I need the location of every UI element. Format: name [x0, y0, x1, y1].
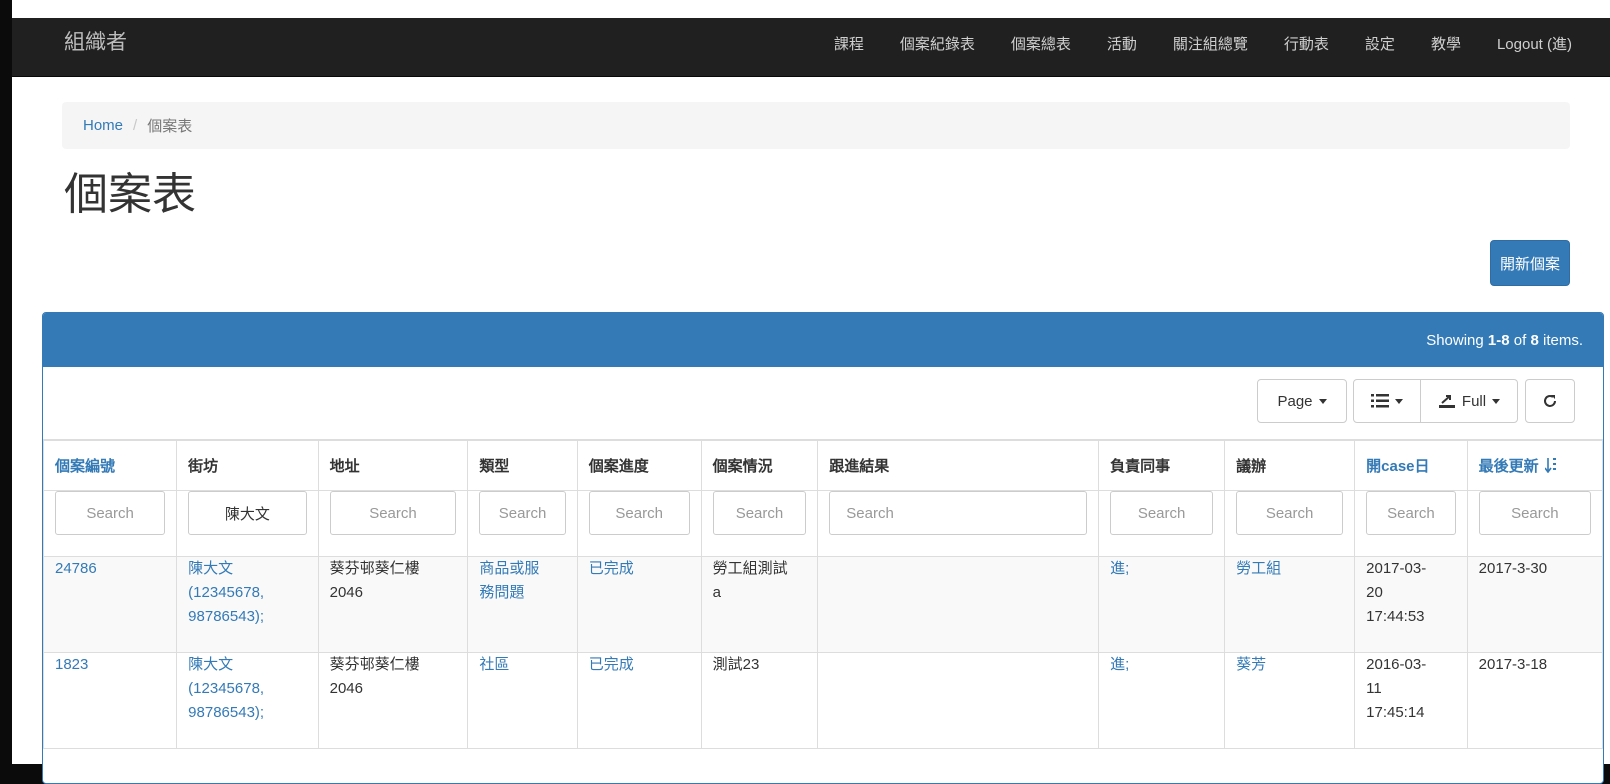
nav-item-logout[interactable]: Logout (進) — [1479, 33, 1590, 54]
column-header-type: 類型 — [467, 440, 578, 491]
brand-logo[interactable]: 組織者 — [64, 18, 127, 68]
list-icon — [1371, 394, 1389, 408]
page-size-dropdown[interactable]: Page — [1257, 379, 1347, 423]
nav-menu: 課程 個案紀錄表 個案總表 活動 關注組總覽 行動表 設定 教學 Logout … — [816, 18, 1590, 68]
column-header-issue: 議辦 — [1224, 440, 1356, 491]
table-toolbar: Page Full — [43, 367, 1603, 440]
nav-item-courses[interactable]: 課程 — [816, 33, 882, 54]
table-row: 1823 陳大文 (12345678, 98786543); 葵芬邨葵仁樓 2046 … — [43, 652, 1603, 749]
breadcrumb: Home / 個案表 — [62, 102, 1570, 149]
breadcrumb-home[interactable]: Home — [83, 117, 123, 134]
refresh-icon — [1544, 395, 1556, 407]
open-date-cell: 2016-03- 11 17:45:14 — [1354, 652, 1468, 749]
nav-item-case-records[interactable]: 個案紀錄表 — [882, 33, 993, 54]
issue-link[interactable]: 葵芳 — [1236, 656, 1266, 673]
filter-input-progress[interactable] — [588, 491, 690, 535]
nav-item-activities[interactable]: 活動 — [1089, 33, 1155, 54]
column-header-case-id[interactable]: 個案編號 — [43, 440, 178, 491]
cases-panel: Showing 1-8 of 8 items. Page Full 個案編號 街… — [42, 312, 1604, 784]
filter-row — [43, 490, 1603, 557]
filter-input-situation[interactable] — [712, 491, 807, 535]
nav-item-action-table[interactable]: 行動表 — [1266, 33, 1347, 54]
panel-heading: Showing 1-8 of 8 items. — [43, 313, 1603, 367]
results-summary: Showing 1-8 of 8 items. — [1426, 331, 1583, 349]
issue-link[interactable]: 勞工組 — [1236, 560, 1281, 577]
cases-table: 個案編號 街坊 地址 類型 個案進度 個案情況 跟進結果 負責同事 議辦 開ca… — [43, 440, 1603, 749]
followup-cell — [817, 556, 1100, 653]
filter-input-resident[interactable] — [188, 491, 307, 535]
caret-down-icon — [1492, 398, 1501, 404]
case-id-link[interactable]: 1823 — [55, 656, 88, 673]
columns-toggle-button[interactable] — [1353, 379, 1421, 423]
type-link[interactable]: 社區 — [479, 656, 509, 673]
refresh-button[interactable] — [1525, 379, 1575, 423]
breadcrumb-separator: / — [133, 117, 138, 134]
progress-link[interactable]: 已完成 — [589, 656, 634, 673]
top-navbar: 組織者 課程 個案紀錄表 個案總表 活動 關注組總覽 行動表 設定 教學 Log… — [12, 18, 1610, 77]
situation-cell: 勞工組測試 a — [700, 556, 819, 653]
sort-desc-icon — [1544, 458, 1556, 473]
page-title: 個案表 — [64, 170, 196, 219]
type-link[interactable]: 商品或服 務問題 — [479, 560, 539, 601]
new-case-button[interactable]: 開新個案 — [1490, 240, 1570, 286]
address-cell: 葵芬邨葵仁樓 2046 — [317, 652, 469, 749]
filter-input-address[interactable] — [329, 491, 457, 535]
column-header-followup: 跟進結果 — [817, 440, 1100, 491]
page: 組織者 課程 個案紀錄表 個案總表 活動 關注組總覽 行動表 設定 教學 Log… — [12, 0, 1610, 784]
filter-input-staff[interactable] — [1110, 491, 1214, 535]
column-header-situation: 個案情況 — [700, 440, 819, 491]
column-header-last-updated[interactable]: 最後更新 — [1466, 440, 1603, 491]
caret-down-icon — [1318, 398, 1327, 404]
open-date-cell: 2017-03- 20 17:44:53 — [1354, 556, 1468, 653]
header-row: 個案編號 街坊 地址 類型 個案進度 個案情況 跟進結果 負責同事 議辦 開ca… — [43, 440, 1603, 491]
last-updated-cell: 2017-3-30 — [1466, 556, 1603, 653]
progress-link[interactable]: 已完成 — [589, 560, 634, 577]
case-id-link[interactable]: 24786 — [55, 560, 97, 577]
filter-input-open-date[interactable] — [1366, 491, 1456, 535]
address-cell: 葵芬邨葵仁樓 2046 — [317, 556, 469, 653]
export-label: Full — [1461, 392, 1487, 410]
caret-down-icon — [1395, 398, 1403, 404]
export-dropdown[interactable]: Full — [1420, 379, 1518, 423]
filter-input-type[interactable] — [479, 491, 566, 535]
filter-input-issue[interactable] — [1236, 491, 1344, 535]
column-header-progress: 個案進度 — [576, 440, 702, 491]
nav-item-case-summary[interactable]: 個案總表 — [993, 33, 1089, 54]
followup-cell — [817, 652, 1100, 749]
nav-item-concern-groups[interactable]: 關注組總覽 — [1155, 33, 1266, 54]
staff-link[interactable]: 進; — [1110, 560, 1129, 577]
resident-link[interactable]: 陳大文 (12345678, 98786543); — [188, 560, 264, 625]
filter-input-last-updated[interactable] — [1478, 491, 1591, 535]
situation-cell: 測試23 — [700, 652, 819, 749]
last-updated-cell: 2017-3-18 — [1466, 652, 1603, 749]
export-icon — [1438, 395, 1455, 408]
page-size-label: Page — [1277, 392, 1313, 410]
nav-item-tutorial[interactable]: 教學 — [1413, 33, 1479, 54]
column-header-resident: 街坊 — [176, 440, 319, 491]
column-header-staff: 負責同事 — [1098, 440, 1226, 491]
staff-link[interactable]: 進; — [1110, 656, 1129, 673]
resident-link[interactable]: 陳大文 (12345678, 98786543); — [188, 656, 264, 721]
nav-item-settings[interactable]: 設定 — [1347, 33, 1413, 54]
filter-input-followup[interactable] — [829, 491, 1088, 535]
table-row: 24786 陳大文 (12345678, 98786543); 葵芬邨葵仁樓 2046… — [43, 556, 1603, 653]
breadcrumb-current: 個案表 — [147, 118, 193, 135]
column-header-address: 地址 — [317, 440, 469, 491]
column-header-open-date[interactable]: 開case日 — [1354, 440, 1468, 491]
filter-input-case-id[interactable] — [55, 491, 166, 535]
